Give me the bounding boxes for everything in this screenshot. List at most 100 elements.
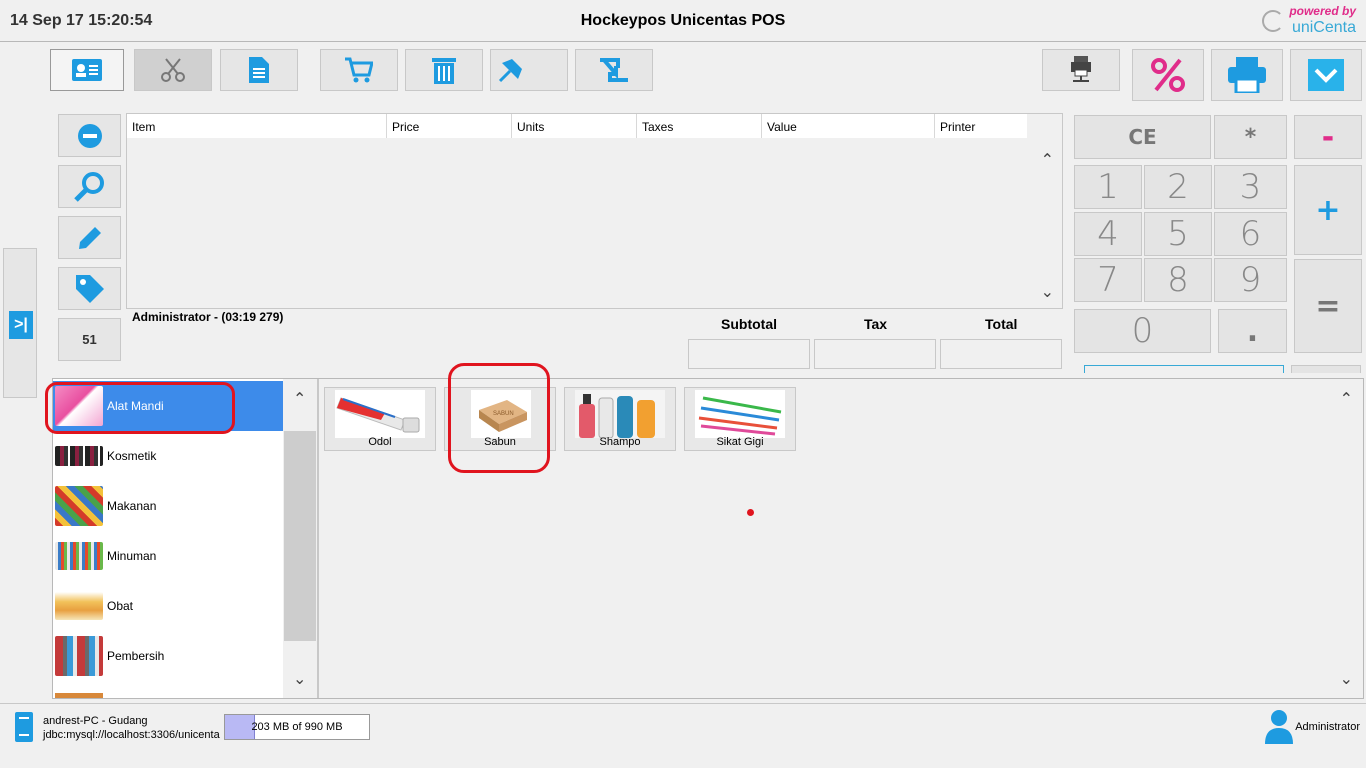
key-3[interactable]: 3 [1214,165,1287,209]
memory-meter-text: 203 MB of 990 MB [251,721,343,733]
col-taxes: Taxes [637,114,762,138]
category-thumbnail [55,446,103,466]
pencil-icon [78,226,101,249]
category-item[interactable]: Obat [53,581,283,631]
key-6[interactable]: 6 [1214,212,1287,256]
current-user-label: Administrator [1295,721,1360,733]
pin-button[interactable] [490,49,568,91]
category-thumbnail [55,636,103,676]
category-item[interactable]: Pembersih [53,631,283,681]
product-button[interactable]: Sikat Gigi [684,387,796,451]
expand-panel-icon: >| [9,311,33,339]
remove-line-button[interactable] [58,114,121,157]
db-connection-label: jdbc:mysql://localhost:3306/unicenta [43,729,220,741]
printer-icon [1228,57,1266,93]
print-button[interactable] [1211,49,1283,101]
tag-icon [75,274,104,303]
total-label: Total [985,316,1018,332]
network-printer-button[interactable] [1042,49,1120,91]
annotation-highlight-product [448,363,550,473]
key-minus[interactable]: - [1294,115,1362,159]
aux-key[interactable] [1291,365,1361,373]
transfer-button[interactable] [575,49,653,91]
category-thumbnail [55,542,103,570]
brand-logo: powered by uniCenta [1260,4,1358,38]
annotation-dot [747,509,754,516]
tax-field [814,339,936,369]
chevron-down-icon [1308,59,1344,91]
product-label: Sikat Gigi [716,436,764,448]
annotation-highlight-category [45,382,235,434]
chevron-down-icon[interactable]: ⌄ [293,669,306,689]
key-9[interactable]: 9 [1214,258,1287,302]
delete-button[interactable] [405,49,483,91]
key-0[interactable]: 0 [1074,309,1211,353]
search-icon [73,171,104,202]
category-item[interactable]: Makanan [53,481,283,531]
printer-network-icon [1071,56,1091,82]
category-item[interactable]: Minuman [53,531,283,581]
col-printer: Printer [940,120,976,134]
memory-meter[interactable]: 203 MB of 990 MB [224,714,370,740]
ticket-user-info: Administrator - (03:19 279) [132,310,284,324]
col-units: Units [512,114,637,138]
divider [317,379,319,698]
server-icon [15,712,33,742]
ticket-header: Item Price Units Taxes Value Printer [127,114,1027,138]
attributes-button[interactable] [58,267,121,310]
category-label: Minuman [107,549,157,563]
key-plus[interactable]: + [1294,165,1362,255]
key-dot[interactable]: . [1218,309,1287,353]
product-button[interactable]: Odol [324,387,436,451]
key-2[interactable]: 2 [1144,165,1212,209]
chevron-down-icon[interactable]: ⌄ [1041,282,1054,302]
category-label: Makanan [107,499,157,513]
document-button[interactable] [220,49,298,91]
amount-field[interactable] [1084,365,1284,373]
category-label: Kosmetik [107,449,157,463]
chevron-up-icon[interactable]: ⌃ [1041,150,1054,170]
chevron-down-icon[interactable]: ⌄ [1340,669,1353,689]
key-multiply[interactable]: * [1214,115,1287,159]
cart-button[interactable] [320,49,398,91]
minus-icon [77,123,102,148]
subtotal-field [688,339,810,369]
customer-button[interactable] [50,49,124,91]
key-8[interactable]: 8 [1144,258,1212,302]
key-ce[interactable]: CE [1074,115,1211,159]
product-image [335,390,425,438]
ticket-table[interactable]: Item Price Units Taxes Value Printer ⌃ ⌄ [126,113,1063,309]
brand-name: uniCenta [1291,19,1356,36]
category-item[interactable]: Kosmetik [53,431,283,481]
chevron-up-icon[interactable]: ⌃ [293,389,306,409]
key-equals[interactable]: = [1294,259,1362,353]
split-button[interactable] [134,49,212,91]
app-title: Hockeypos Unicentas POS [580,12,786,29]
key-1[interactable]: 1 [1074,165,1142,209]
tax-label: Tax [864,316,888,332]
product-button[interactable]: Shampo [564,387,676,451]
category-label: Obat [107,599,134,613]
brand-tagline: powered by [1289,4,1356,18]
category-scroll-thumb[interactable] [284,431,316,641]
side-panel-toggle[interactable]: >| [3,248,37,398]
key-4[interactable]: 4 [1074,212,1142,256]
discount-button[interactable] [1132,49,1204,101]
key-5[interactable]: 5 [1144,212,1212,256]
col-value: Value [762,114,935,138]
menu-dropdown-button[interactable] [1290,49,1362,101]
category-label: Pembersih [107,649,165,663]
line-count-button[interactable]: 51 [58,318,121,361]
transfer-icon [600,58,628,82]
chevron-up-icon[interactable]: ⌃ [1340,389,1353,409]
edit-line-button[interactable] [58,216,121,259]
product-image [695,390,785,438]
col-item: Item [127,114,387,138]
search-button[interactable] [58,165,121,208]
category-thumbnail [55,486,103,526]
document-icon [249,57,269,83]
status-bar: andrest-PC - Gudang jdbc:mysql://localho… [0,703,1366,747]
subtotal-label: Subtotal [721,316,777,332]
unicenta-logo-icon [1262,10,1284,32]
key-7[interactable]: 7 [1074,258,1142,302]
